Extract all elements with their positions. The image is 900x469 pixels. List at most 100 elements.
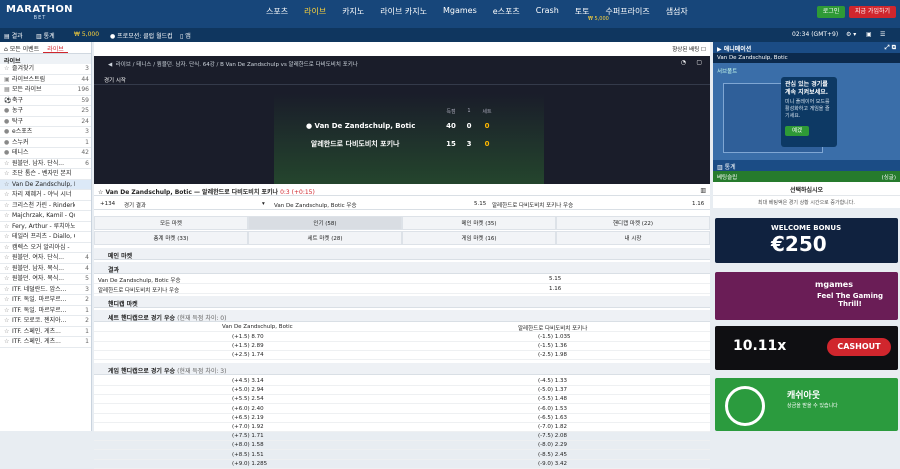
app-link[interactable]: ▯ 앱: [180, 31, 191, 40]
odds-right[interactable]: (-5.5) 1.48: [538, 396, 567, 402]
odds-row[interactable]: (+2.5) 1.74 (-2.5) 1.98: [94, 350, 710, 361]
sidebar-item[interactable]: ☆ ITF. 네덜란드. 암스... 3: [0, 285, 91, 295]
nav-item[interactable]: 카지노: [334, 6, 372, 18]
nav-item[interactable]: e스포츠: [485, 6, 528, 18]
odds-left[interactable]: (+6.0) 2.40: [232, 406, 264, 412]
market-tab[interactable]: 인기 (58): [248, 216, 402, 230]
result-row[interactable]: 알레한드로 다비도비치 포키나 우승 1.16: [94, 284, 710, 294]
section-result[interactable]: 결과: [94, 262, 710, 274]
market-tab[interactable]: 메인 마켓 (35): [402, 216, 556, 230]
sidebar-item[interactable]: ▦ 모든 라이브 196: [0, 85, 91, 96]
nav-item[interactable]: 스포츠: [258, 6, 296, 18]
odds-right[interactable]: (-5.0) 1.37: [538, 387, 567, 393]
odds-left[interactable]: (+8.5) 1.51: [232, 452, 264, 458]
sidebar-item[interactable]: ☆ 크리스천 가린 - Rinderk...: [0, 201, 91, 211]
odds-left[interactable]: (+1.5) 8.70: [232, 334, 264, 340]
menu-icon[interactable]: ☰: [880, 31, 885, 38]
sidebar-item[interactable]: ☆ 원블던. 남자. 복식... 4: [0, 264, 91, 274]
sidebar-item[interactable]: ▣ 라이브스트림 44: [0, 75, 91, 85]
tab-all-events[interactable]: ⌂ 모든 이벤트: [0, 42, 43, 53]
sidebar-item[interactable]: ☆Van De Zandschulp, Bo...: [0, 179, 91, 190]
sidebar-item[interactable]: ⚽ 축구 59: [0, 96, 91, 106]
odds-left[interactable]: (+8.0) 1.58: [232, 442, 264, 448]
sidebar-item[interactable]: ☆ 원블던. 여자. 복식... 5: [0, 274, 91, 285]
results-link[interactable]: ▤ 결과: [4, 31, 23, 40]
sidebar-item[interactable]: ☆ 원블던. 여자. 단식... 4: [0, 253, 91, 264]
odds-left[interactable]: (+9.0) 1.285: [232, 461, 267, 467]
tab-match-start[interactable]: 경기 시작: [104, 76, 126, 84]
cashout-promo-banner[interactable]: 캐쉬아웃 상금을 받을 수 있습니다: [715, 378, 898, 431]
market-select[interactable]: 경기 결과: [124, 201, 146, 209]
nav-item[interactable]: Mgames: [435, 6, 485, 18]
market-tab[interactable]: 총계 마켓 (33): [94, 231, 248, 245]
nav-item[interactable]: Crash: [528, 6, 567, 18]
cashout-banner[interactable]: 10.11x CASHOUT: [715, 326, 898, 370]
popout-icon[interactable]: ⤢ ⧉: [885, 44, 896, 52]
odds-left[interactable]: (+1.5) 2.89: [232, 343, 264, 349]
odds-left[interactable]: (+2.5) 1.74: [232, 352, 264, 358]
sidebar-item[interactable]: ● 테니스 42: [0, 148, 91, 159]
odds-right[interactable]: (-1.5) 1.36: [538, 343, 567, 349]
star-icon[interactable]: ☆: [98, 189, 103, 196]
chevron-down-icon[interactable]: ▾: [262, 201, 265, 207]
result-row[interactable]: Van De Zandschulp, Botic 우승 5.15: [94, 274, 710, 284]
sidebar-item[interactable]: ☆ Fery, Arthur - 루치아노...: [0, 222, 91, 232]
animation-widget[interactable]: Van De Zandschulp, Botic 서브폴트 관심 있는 경기를 …: [713, 53, 900, 161]
boosted-betting-checkbox[interactable]: 향상된 배팅 ☐: [672, 45, 706, 53]
odds-row[interactable]: (+9.0) 1.285 (-9.0) 3.42: [94, 459, 710, 469]
betslip-header[interactable]: 베팅슬립 (싱글): [713, 171, 900, 182]
nav-item[interactable]: 샘섬자: [658, 6, 696, 18]
tooltip-ok-button[interactable]: 예겠: [785, 126, 809, 136]
odds-right[interactable]: (-7.5) 2.08: [538, 433, 567, 439]
sidebar-item[interactable]: ☆ 원블던. 남자. 단식... 6: [0, 159, 91, 169]
market-tab[interactable]: 핸디캡 마켓 (22): [556, 216, 710, 230]
sidebar-item[interactable]: ☆ 즐겨찾기 3: [0, 64, 91, 75]
odds-right[interactable]: (-8.0) 2.29: [538, 442, 567, 448]
odds-right[interactable]: (-6.0) 1.53: [538, 406, 567, 412]
odds-right[interactable]: (-2.5) 1.98: [538, 352, 567, 358]
balance[interactable]: ₩ 5,000: [74, 31, 99, 38]
market-tab[interactable]: 세트 마켓 (28): [248, 231, 402, 245]
sidebar-item[interactable]: ● 농구 25: [0, 106, 91, 117]
more-markets[interactable]: +134: [100, 201, 115, 207]
promo-link[interactable]: ● 프로모션: 클럽 월드컵: [110, 31, 173, 40]
stats-link[interactable]: ▥ 통계: [36, 31, 55, 40]
mgames-banner[interactable]: mgames Feel The Gaming Thrill!: [715, 272, 898, 320]
sidebar-item[interactable]: ☆ ITF. 독일. 마르부르... 1: [0, 306, 91, 316]
market-tab[interactable]: 내 시장: [556, 231, 710, 245]
odds-right[interactable]: (-4.5) 1.33: [538, 378, 567, 384]
odds-right[interactable]: (-8.5) 2.45: [538, 452, 567, 458]
stats-icon[interactable]: ▥: [700, 187, 706, 194]
sidebar-item[interactable]: ☆ ITF. 스페인. 게츠... 1: [0, 327, 91, 337]
login-button[interactable]: 로그인: [817, 6, 845, 18]
time-display[interactable]: 02:34 (GMT+9): [792, 31, 838, 38]
sidebar-item[interactable]: ☆ 조단 톰슨 - 벤자민 본지: [0, 169, 91, 180]
odds-1[interactable]: 5.15: [474, 201, 486, 207]
tab-live[interactable]: 라이브: [43, 42, 68, 53]
nav-item[interactable]: 라이브: [296, 6, 334, 18]
nav-item[interactable]: 라이브 카지노: [372, 6, 435, 18]
market-tab[interactable]: 모든 마켓: [94, 216, 248, 230]
sidebar-item[interactable]: ● e스포츠 3: [0, 127, 91, 138]
sidebar-item[interactable]: ☆ ITF. 모로코. 젠지아... 2: [0, 316, 91, 327]
odds-left[interactable]: (+7.5) 1.71: [232, 433, 264, 439]
section-handicap[interactable]: 핸디캡 마켓: [94, 296, 710, 308]
odds-right[interactable]: (-6.5) 1.63: [538, 415, 567, 421]
section-game-handicap[interactable]: 게임 핸디캡으로 경기 우승 (현재 득점 차이: 3): [94, 363, 710, 375]
odds-left[interactable]: (+5.5) 2.54: [232, 396, 264, 402]
sidebar-item[interactable]: ☆Majchrzak, Kamil - Quin...: [0, 211, 91, 222]
video-icon[interactable]: ▣: [866, 31, 872, 38]
settings-icon[interactable]: ⚙ ▾: [846, 31, 856, 38]
sidebar-item[interactable]: ● 스누커 1: [0, 138, 91, 148]
odds-left[interactable]: (+6.5) 2.19: [232, 415, 264, 421]
odds-right[interactable]: (-1.5) 1.035: [538, 334, 571, 340]
section-main-market[interactable]: 메인 마켓: [94, 248, 710, 260]
welcome-bonus-banner[interactable]: WELCOME BONUS €250: [715, 218, 898, 263]
sidebar-item[interactable]: ☆ 캠렉스 오거 알리아심 -: [0, 243, 91, 253]
market-tab[interactable]: 게임 마켓 (16): [402, 231, 556, 245]
odds-right[interactable]: (-9.0) 3.42: [538, 461, 567, 467]
sidebar-item[interactable]: ☆ ITF. 스페인. 게츠... 1: [0, 337, 91, 348]
sidebar-item[interactable]: ☆테일러 프리츠 - Diallo, G...: [0, 232, 91, 243]
odds-right[interactable]: (-7.0) 1.82: [538, 424, 567, 430]
sidebar-item[interactable]: ☆ ITF. 독일. 마르부르... 2: [0, 295, 91, 306]
